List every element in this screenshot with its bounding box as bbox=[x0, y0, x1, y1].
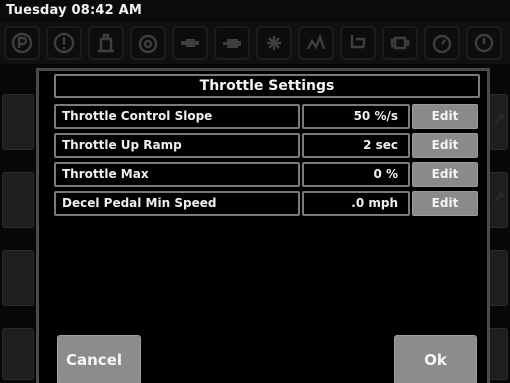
gauge-icon[interactable] bbox=[424, 26, 460, 60]
setting-label: Decel Pedal Min Speed bbox=[54, 191, 300, 216]
arrow-icon: ↗ bbox=[492, 188, 506, 207]
background-tile bbox=[2, 250, 34, 306]
setting-value: 50 %/s bbox=[302, 104, 410, 129]
regen-icon[interactable] bbox=[298, 26, 334, 60]
setting-label: Throttle Control Slope bbox=[54, 104, 300, 129]
setting-value: 0 % bbox=[302, 162, 410, 187]
warning-triangle-icon[interactable] bbox=[46, 26, 82, 60]
clock: Tuesday 08:42 AM bbox=[6, 3, 143, 18]
setting-label: Throttle Up Ramp bbox=[54, 133, 300, 158]
background-tile bbox=[2, 328, 34, 380]
setting-row-decel-pedal-min-speed: Decel Pedal Min Speed .0 mph Edit bbox=[54, 191, 480, 216]
cancel-button[interactable]: Cancel bbox=[57, 335, 141, 383]
arrow-icon: ↗ bbox=[492, 110, 506, 129]
setting-row-throttle-max: Throttle Max 0 % Edit bbox=[54, 162, 480, 187]
fuel-filter-icon[interactable] bbox=[88, 26, 124, 60]
hydraulic-icon[interactable] bbox=[340, 26, 376, 60]
engine-check-icon[interactable] bbox=[382, 26, 418, 60]
ok-button[interactable]: Ok bbox=[394, 335, 477, 383]
setting-value: 2 sec bbox=[302, 133, 410, 158]
engine-coolant-icon[interactable] bbox=[130, 26, 166, 60]
setting-label: Throttle Max bbox=[54, 162, 300, 187]
background-tile bbox=[2, 172, 34, 228]
telltale-strip bbox=[0, 22, 510, 64]
engine-oil-icon[interactable] bbox=[214, 26, 250, 60]
transmission-icon[interactable] bbox=[172, 26, 208, 60]
status-bar: Tuesday 08:42 AM bbox=[0, 0, 510, 22]
setting-row-throttle-control-slope: Throttle Control Slope 50 %/s Edit bbox=[54, 104, 480, 129]
parking-brake-icon[interactable] bbox=[4, 26, 40, 60]
air-filter-icon[interactable] bbox=[256, 26, 292, 60]
background-tile bbox=[488, 328, 508, 380]
edit-button[interactable]: Edit bbox=[412, 104, 478, 129]
edit-button[interactable]: Edit bbox=[412, 133, 478, 158]
setting-value: .0 mph bbox=[302, 191, 410, 216]
setting-row-throttle-up-ramp: Throttle Up Ramp 2 sec Edit bbox=[54, 133, 480, 158]
edit-button[interactable]: Edit bbox=[412, 162, 478, 187]
throttle-settings-dialog: Throttle Settings Throttle Control Slope… bbox=[36, 68, 490, 383]
background-tile bbox=[2, 94, 34, 150]
dialog-title: Throttle Settings bbox=[54, 74, 480, 98]
edit-button[interactable]: Edit bbox=[412, 191, 478, 216]
background-tile bbox=[488, 250, 508, 306]
fluid-level-icon[interactable] bbox=[466, 26, 502, 60]
